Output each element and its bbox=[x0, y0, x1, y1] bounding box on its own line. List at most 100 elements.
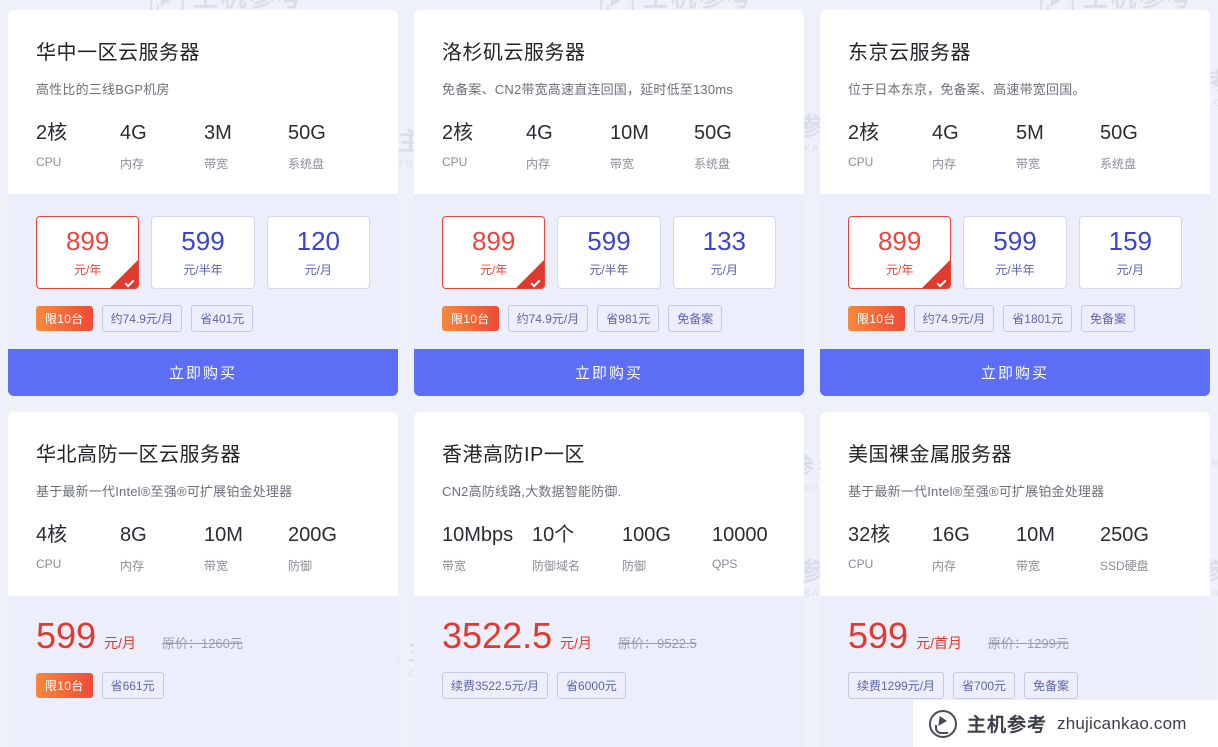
price-option-amount: 599 bbox=[181, 225, 225, 256]
price-option[interactable]: 133 元/月 bbox=[672, 216, 776, 289]
price-option[interactable]: 159 元/月 bbox=[1078, 216, 1182, 289]
original-price: 原价：1260元 bbox=[161, 636, 243, 651]
spec-label: 系统盘 bbox=[288, 157, 325, 171]
price-option-amount: 599 bbox=[993, 225, 1037, 256]
info-tag: 省661元 bbox=[101, 672, 164, 699]
info-tag: 省401元 bbox=[191, 305, 254, 332]
badge-row: 限10台 省661元 bbox=[36, 672, 370, 699]
spec-list: 2核 CPU 4G 内存 3M 带宽 50G 系统盘 bbox=[36, 122, 370, 194]
price-option[interactable]: 120 元/月 bbox=[266, 216, 370, 289]
price-option-group: 899 元/年 599 元/半年 120 元/月 bbox=[36, 216, 370, 289]
price-option-unit: 元/年 bbox=[479, 262, 508, 277]
info-tag: 省6000元 bbox=[557, 672, 626, 699]
spec-label: 防御 bbox=[622, 559, 647, 573]
spec-item: 250G SSD硬盘 bbox=[1100, 524, 1184, 574]
brand-name-cn: 主机参考 bbox=[967, 715, 1048, 736]
spec-item: 5M 带宽 bbox=[1016, 122, 1100, 172]
spec-list: 2核 CPU 4G 内存 5M 带宽 50G 系统盘 bbox=[848, 122, 1182, 194]
spec-label: 带宽 bbox=[204, 559, 229, 573]
site-brand-badge: 主机参考 zhujicankao.com bbox=[913, 700, 1218, 747]
price-option-amount: 159 bbox=[1108, 225, 1153, 256]
info-tag: 约74.9元/月 bbox=[101, 305, 183, 332]
spec-item: 50G 系统盘 bbox=[694, 122, 778, 172]
price-unit: 元/首月 bbox=[916, 635, 962, 651]
buy-now-button[interactable]: 立即购买 bbox=[820, 349, 1210, 396]
single-price: 599 元/月 原价：1260元 bbox=[36, 618, 370, 654]
spec-item: 50G 系统盘 bbox=[1100, 122, 1184, 172]
info-tag: 续费1299元/月 bbox=[848, 672, 945, 699]
spec-label: 内存 bbox=[932, 157, 957, 171]
price-option-amount: 120 bbox=[296, 225, 341, 256]
spec-label: CPU bbox=[848, 557, 874, 571]
spec-value: 32核 bbox=[848, 524, 891, 546]
spec-item: 4G 内存 bbox=[120, 122, 204, 172]
spec-value: 10Mbps bbox=[442, 524, 514, 546]
spec-list: 32核 CPU 16G 内存 10M 带宽 250G SSD硬盘 bbox=[848, 524, 1182, 596]
price-option-selected[interactable]: 899 元/年 bbox=[442, 216, 546, 289]
card-title: 美国裸金属服务器 bbox=[848, 444, 1012, 466]
spec-label: 带宽 bbox=[1016, 157, 1041, 171]
card-header: 香港高防IP一区 CN2高防线路,大数据智能防御. 10Mbps 带宽 10个 防御域名 1… bbox=[414, 412, 804, 596]
check-icon bbox=[530, 277, 541, 288]
spec-value: 200G bbox=[288, 524, 337, 546]
card-header: 华北高防一区云服务器 基于最新一代Intel®至强®可扩展铂金处理器 4核 CPU 8G… bbox=[8, 412, 398, 596]
card-title: 华北高防一区云服务器 bbox=[36, 444, 241, 466]
pricing-card: 东京云服务器 位于日本东京，免备案、高速带宽回国。 2核 CPU 4G 内存 5M 带宽 50G… bbox=[820, 10, 1210, 396]
spec-value: 100G bbox=[622, 524, 671, 546]
buy-now-button[interactable]: 立即购买 bbox=[8, 349, 398, 396]
spec-label: 内存 bbox=[120, 559, 145, 573]
spec-list: 4核 CPU 8G 内存 10M 带宽 200G 防御 bbox=[36, 524, 370, 596]
price-option[interactable]: 599 元/半年 bbox=[963, 216, 1067, 289]
buy-now-button[interactable]: 立即购买 bbox=[414, 349, 804, 396]
spec-item: 10M 带宽 bbox=[1016, 524, 1100, 574]
card-price-section: 899 元/年 599 元/半年 159 元/月 限10台 约74.9元/月 省1801元 免备案 bbox=[820, 194, 1210, 349]
spec-label: 内存 bbox=[932, 559, 957, 573]
original-price: 原价：1299元 bbox=[987, 636, 1069, 651]
pricing-card-grid: 华中一区云服务器 高性比的三线BGP机房 2核 CPU 4G 内存 3M 带宽 50G 系统盘 89… bbox=[0, 0, 1218, 747]
pricing-card: 华中一区云服务器 高性比的三线BGP机房 2核 CPU 4G 内存 3M 带宽 50G 系统盘 89… bbox=[8, 10, 398, 396]
price-option[interactable]: 599 元/半年 bbox=[151, 216, 255, 289]
spec-item: 4核 CPU bbox=[36, 524, 120, 574]
spec-label: 带宽 bbox=[610, 157, 635, 171]
price-option-selected[interactable]: 899 元/年 bbox=[848, 216, 952, 289]
spec-value: 10个 bbox=[532, 524, 575, 546]
card-header: 美国裸金属服务器 基于最新一代Intel®至强®可扩展铂金处理器 32核 CPU 16G… bbox=[820, 412, 1210, 596]
spec-label: 内存 bbox=[120, 157, 145, 171]
card-title: 东京云服务器 bbox=[848, 42, 971, 64]
spec-value: 2核 bbox=[848, 122, 880, 144]
spec-value: 8G bbox=[120, 524, 147, 546]
spec-item: 3M 带宽 bbox=[204, 122, 288, 172]
spec-label: 带宽 bbox=[204, 157, 229, 171]
pricing-card: 美国裸金属服务器 基于最新一代Intel®至强®可扩展铂金处理器 32核 CPU 16G… bbox=[820, 412, 1210, 747]
info-tag: 免备案 bbox=[1024, 672, 1079, 699]
price-option-unit: 元/月 bbox=[304, 262, 332, 277]
price-option-group: 899 元/年 599 元/半年 133 元/月 bbox=[442, 216, 776, 289]
spec-item: 100G 防御 bbox=[622, 524, 712, 574]
limit-badge: 限10台 bbox=[36, 673, 93, 698]
spec-value: 16G bbox=[932, 524, 970, 546]
spec-label: 带宽 bbox=[1016, 559, 1041, 573]
pricing-card: 洛杉矶云服务器 免备案、CN2带宽高速直连回国，延时低至130ms 2核 CPU 4G 内… bbox=[414, 10, 804, 396]
limit-badge: 限10台 bbox=[848, 306, 905, 331]
spec-item: 10Mbps 带宽 bbox=[442, 524, 532, 574]
spec-item: 10个 防御域名 bbox=[532, 524, 622, 574]
price-option[interactable]: 599 元/半年 bbox=[557, 216, 661, 289]
price-amount: 599 bbox=[848, 615, 909, 656]
spec-value: 2核 bbox=[36, 122, 68, 144]
price-unit: 元/月 bbox=[560, 635, 592, 651]
card-title: 华中一区云服务器 bbox=[36, 42, 200, 64]
spec-value: 4G bbox=[932, 122, 959, 144]
spec-label: CPU bbox=[36, 557, 62, 571]
spec-label: CPU bbox=[442, 155, 468, 169]
price-amount: 3522.5 bbox=[442, 615, 553, 656]
price-option-selected[interactable]: 899 元/年 bbox=[36, 216, 140, 289]
spec-value: 10000 bbox=[712, 524, 768, 546]
spec-value: 4G bbox=[120, 122, 147, 144]
spec-item: 32核 CPU bbox=[848, 524, 932, 574]
original-price: 原价：9522.5 bbox=[618, 636, 697, 651]
spec-label: 系统盘 bbox=[694, 157, 731, 171]
price-option-unit: 元/半年 bbox=[589, 262, 629, 277]
price-option-amount: 133 bbox=[702, 225, 747, 256]
spec-item: 10M 带宽 bbox=[610, 122, 694, 172]
price-option-unit: 元/年 bbox=[885, 262, 914, 277]
